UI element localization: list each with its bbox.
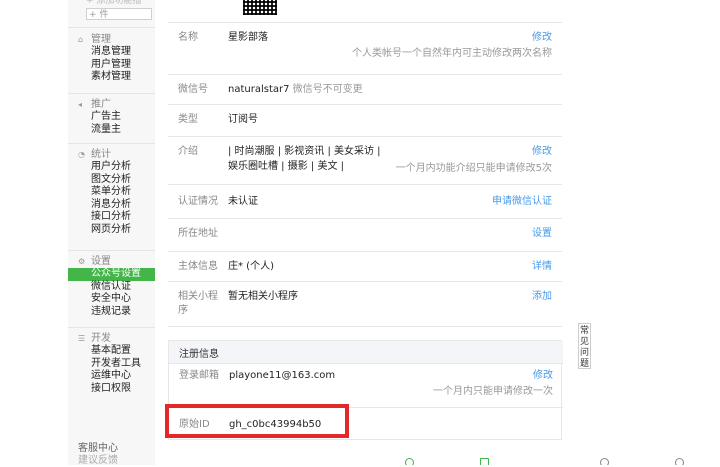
megaphone-icon: ◂ (78, 100, 83, 109)
type-value: 订阅号 (228, 114, 258, 125)
email-note: 一个月内只能申请修改一次 (433, 386, 553, 397)
wechat-id-label: 微信号 (178, 84, 208, 95)
sidebar-item-publisher[interactable]: 流量主 (68, 124, 155, 137)
miniprogram-label: 相关小程 序 (178, 291, 218, 316)
sidebar-item-materials[interactable]: 素材管理 (68, 71, 155, 84)
miniprogram-value: 暂无相关小程序 (228, 291, 298, 302)
settings-icon: ⚙ (78, 257, 86, 266)
row-miniprogram: 相关小程 序 暂无相关小程序 添加 (168, 281, 562, 327)
divider (68, 143, 155, 144)
sidebar-item-wechat-cert[interactable]: 微信认证 (68, 281, 155, 294)
registration-header: 注册信息 (169, 341, 563, 364)
divider (68, 27, 155, 28)
cert-value: 未认证 (228, 196, 258, 207)
sidebar-item-user-analysis[interactable]: 用户分析 (68, 161, 155, 174)
section-header-stats: ◔ 统计 (78, 149, 111, 160)
row-intro: 介绍 | 时尚潮服 | 影视资讯 | 美女采访 | 娱乐圈吐槽 | 摄影 | 美… (168, 136, 562, 183)
sidebar-item-messages[interactable]: 消息管理 (68, 46, 155, 59)
name-label: 名称 (178, 32, 198, 43)
status-dot-icon (405, 458, 414, 465)
location-label: 所在地址 (178, 228, 218, 239)
intro-line-1: | 时尚潮服 | 影视资讯 | 美女采访 | (228, 146, 381, 157)
account-info-panel: 名称 星影部落 修改 个人类帐号一个自然年内可主动修改两次名称 微信号 natu… (168, 0, 562, 327)
folder-icon: ⌂ (78, 35, 84, 44)
section-settings: ⚙ 设置 公众号设置 微信认证 安全中心 违规记录 (68, 255, 155, 318)
sidebar-item-menu-analysis[interactable]: 菜单分析 (68, 186, 155, 199)
sidebar-item-article-analysis[interactable]: 图文分析 (68, 174, 155, 187)
status-square-icon (480, 458, 489, 465)
status-circle-icon (600, 458, 609, 465)
feedback-link[interactable]: 建议反馈 (78, 455, 118, 467)
sidebar-item-api-permissions[interactable]: 接口权限 (68, 383, 155, 396)
section-promote: ◂ 推广 广告主 流量主 (68, 98, 155, 136)
sidebar: + 添加功能插 + 件 ⌂ 管理 消息管理 用户管理 素材管理 ◂ 推广 广告主… (68, 0, 156, 467)
name-value: 星影部落 (228, 32, 268, 43)
sidebar-item-ops-center[interactable]: 运维中心 (68, 370, 155, 383)
edit-intro-link[interactable]: 修改 (532, 145, 552, 159)
left-gutter (0, 0, 68, 465)
customer-service-link[interactable]: 客服中心 (78, 443, 118, 455)
sidebar-item-api-analysis[interactable]: 接口分析 (68, 211, 155, 224)
section-header-manage: ⌂ 管理 (78, 34, 111, 45)
section-header-dev: ☰ 开发 (78, 333, 111, 344)
faq-tab[interactable]: 常见问题 (578, 323, 591, 369)
code-icon: ☰ (78, 334, 86, 343)
apply-cert-link[interactable]: 申请微信认证 (492, 195, 552, 209)
intro-label: 介绍 (178, 146, 198, 157)
status-gear-icon (675, 458, 684, 465)
name-note: 个人类帐号一个自然年内可主动修改两次名称 (352, 48, 552, 59)
section-header-promote: ◂ 推广 (78, 99, 111, 110)
sidebar-item-dev-tools[interactable]: 开发者工具 (68, 358, 155, 371)
sidebar-item-users[interactable]: 用户管理 (68, 59, 155, 72)
row-type: 类型 订阅号 (168, 104, 562, 137)
bottom-status-bar (400, 458, 720, 465)
wechat-id-note: 微信号不可变更 (292, 84, 363, 95)
qr-code-icon (243, 0, 277, 15)
add-plugin-button[interactable]: + 件 (86, 8, 152, 20)
intro-note: 一个月内功能介绍只能申请修改5次 (395, 163, 552, 174)
sidebar-item-security[interactable]: 安全中心 (68, 293, 155, 306)
main-content: 名称 星影部落 修改 个人类帐号一个自然年内可主动修改两次名称 微信号 natu… (155, 0, 578, 465)
intro-line-2: 娱乐圈吐槽 | 摄影 | 美文 | (228, 161, 345, 172)
subject-label: 主体信息 (178, 261, 218, 272)
sidebar-item-message-analysis[interactable]: 消息分析 (68, 199, 155, 212)
section-header-settings: ⚙ 设置 (78, 256, 111, 267)
subject-details-link[interactable]: 详情 (532, 260, 552, 274)
email-label: 登录邮箱 (179, 370, 219, 381)
divider (68, 250, 155, 251)
section-manage: ⌂ 管理 消息管理 用户管理 素材管理 (68, 33, 155, 84)
edit-name-link[interactable]: 修改 (532, 31, 552, 45)
sidebar-item-account-settings[interactable]: 公众号设置 (68, 268, 155, 281)
subject-value: 庄* (个人) (228, 261, 274, 272)
add-miniprogram-link[interactable]: 添加 (532, 290, 552, 304)
sidebar-item-web-analysis[interactable]: 网页分析 (68, 224, 155, 237)
stats-icon: ◔ (78, 150, 85, 159)
cert-label: 认证情况 (178, 196, 218, 207)
row-location: 所在地址 设置 (168, 218, 562, 251)
email-value: playone11@163.com (229, 370, 336, 381)
sidebar-item-advertiser[interactable]: 广告主 (68, 111, 155, 124)
sidebar-bottom: 客服中心 建议反馈 (78, 443, 118, 467)
type-label: 类型 (178, 114, 198, 125)
section-stats: ◔ 统计 用户分析 图文分析 菜单分析 消息分析 接口分析 网页分析 (68, 148, 155, 236)
set-location-link[interactable]: 设置 (532, 227, 552, 241)
sidebar-item-violations[interactable]: 违规记录 (68, 306, 155, 319)
row-subject: 主体信息 庄* (个人) 详情 (168, 251, 562, 282)
row-certification: 认证情况 未认证 申请微信认证 (168, 184, 562, 219)
row-login-email: 登录邮箱 playone11@163.com 修改 一个月内只能申请修改一次 (169, 363, 563, 407)
section-dev: ☰ 开发 基本配置 开发者工具 运维中心 接口权限 (68, 332, 155, 395)
divider (68, 93, 155, 94)
wechat-id-value: naturalstar7 (228, 84, 290, 95)
divider (68, 327, 155, 328)
edit-email-link[interactable]: 修改 (533, 369, 553, 383)
row-wechat-id: 微信号 naturalstar7 微信号不可变更 (168, 74, 562, 105)
sidebar-item-basic-config[interactable]: 基本配置 (68, 345, 155, 358)
highlight-box (165, 404, 349, 438)
row-name: 名称 星影部落 修改 个人类帐号一个自然年内可主动修改两次名称 (168, 22, 562, 65)
